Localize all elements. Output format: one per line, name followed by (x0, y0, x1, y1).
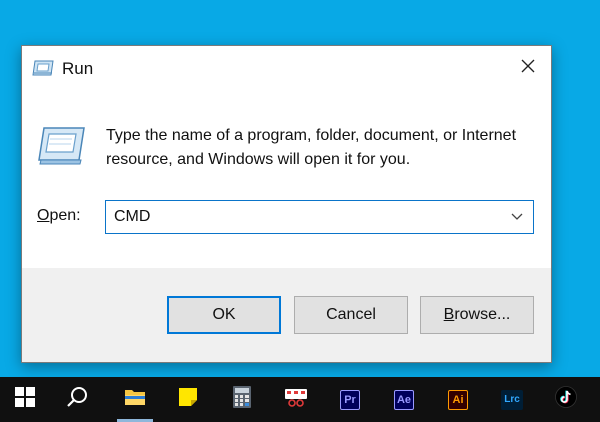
taskbar-after-effects[interactable]: Ae (384, 377, 424, 422)
sticky-notes-icon (178, 387, 198, 412)
run-icon (32, 59, 54, 77)
cancel-button[interactable]: Cancel (294, 296, 408, 334)
taskbar: Pr Ae Ai Lrc (0, 377, 600, 422)
start-button[interactable] (5, 377, 45, 422)
search-icon (67, 386, 89, 413)
taskbar-illustrator[interactable]: Ai (438, 377, 478, 422)
browse-label-rest: rowse... (454, 306, 511, 323)
lightroom-classic-icon: Lrc (501, 389, 523, 410)
file-explorer-icon (124, 387, 146, 412)
ok-button[interactable]: OK (167, 296, 281, 334)
calculator-icon (233, 386, 251, 413)
run-large-icon (36, 126, 86, 166)
dialog-footer: OK Cancel Browse... (22, 268, 551, 362)
taskbar-file-explorer[interactable] (115, 377, 155, 422)
search-button[interactable] (58, 377, 98, 422)
tiktok-icon (555, 386, 577, 413)
taskbar-tiktok[interactable] (546, 377, 586, 422)
windows-logo-icon (15, 387, 35, 412)
open-label-rest: pen: (49, 207, 81, 224)
title-bar[interactable]: Run (22, 46, 551, 92)
taskbar-calculator[interactable] (222, 377, 262, 422)
taskbar-sticky-notes[interactable] (168, 377, 208, 422)
open-label-mnemonic: O (37, 207, 50, 224)
close-icon (521, 59, 535, 78)
taskbar-snipping-tool[interactable] (276, 377, 316, 422)
premiere-pro-icon: Pr (340, 389, 360, 410)
taskbar-lightroom-classic[interactable]: Lrc (492, 377, 532, 422)
close-button[interactable] (505, 46, 551, 90)
snipping-tool-icon (284, 387, 308, 412)
browse-mnemonic: B (443, 306, 455, 323)
chevron-down-icon[interactable] (505, 201, 529, 233)
illustrator-icon: Ai (448, 389, 468, 410)
open-label: Open: (37, 206, 81, 226)
dialog-title: Run (62, 59, 94, 78)
open-combobox[interactable] (105, 200, 534, 234)
after-effects-icon: Ae (394, 389, 414, 410)
open-input[interactable] (106, 201, 496, 233)
browse-button[interactable]: Browse... (420, 296, 534, 334)
dialog-description: Type the name of a program, folder, docu… (106, 127, 517, 168)
run-dialog: Run Type the name of a program, folder, … (21, 45, 552, 363)
taskbar-premiere-pro[interactable]: Pr (330, 377, 370, 422)
